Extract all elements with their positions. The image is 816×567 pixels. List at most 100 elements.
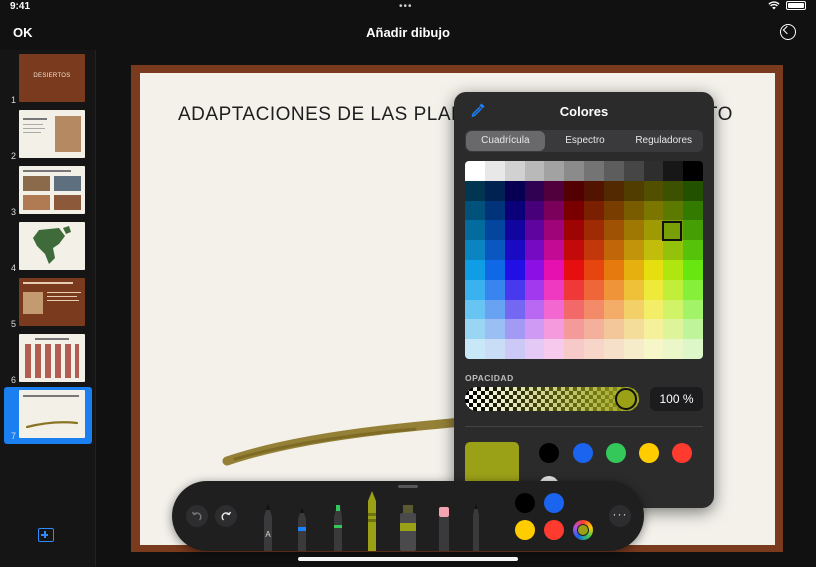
color-grid-cell[interactable] — [484, 220, 505, 241]
color-grid-cell[interactable] — [544, 180, 565, 201]
color-grid-cell[interactable] — [623, 161, 644, 181]
color-grid-cell[interactable] — [564, 319, 584, 340]
color-grid-cell[interactable] — [643, 259, 664, 280]
fill-tool-icon[interactable] — [396, 503, 420, 551]
color-grid-cell[interactable] — [683, 200, 703, 221]
color-grid-cell[interactable] — [603, 279, 624, 300]
color-grid-cell[interactable] — [524, 161, 545, 181]
color-grid-cell[interactable] — [603, 200, 624, 221]
color-grid[interactable] — [465, 161, 703, 359]
color-grid-cell[interactable] — [623, 259, 644, 280]
color-grid-cell[interactable] — [504, 200, 525, 221]
color-grid-cell[interactable] — [623, 220, 644, 241]
color-grid-cell[interactable] — [504, 279, 525, 300]
quick-color-black[interactable] — [515, 493, 535, 513]
slide-thumbnail-4[interactable] — [19, 222, 85, 270]
color-grid-cell[interactable] — [544, 161, 565, 181]
color-grid-cell[interactable] — [683, 279, 703, 300]
color-grid-cell[interactable] — [504, 259, 525, 280]
color-grid-cell[interactable] — [564, 299, 584, 320]
color-grid-cell[interactable] — [484, 240, 505, 260]
color-grid-cell[interactable] — [663, 339, 684, 359]
more-options-button[interactable]: ··· — [609, 505, 631, 527]
color-grid-cell[interactable] — [584, 319, 604, 340]
color-grid-cell[interactable] — [465, 299, 485, 320]
color-grid-cell[interactable] — [683, 220, 703, 241]
color-grid-cell[interactable] — [564, 259, 584, 280]
color-grid-cell[interactable] — [643, 339, 664, 359]
color-grid-cell[interactable] — [683, 240, 703, 260]
color-grid-cell[interactable] — [484, 319, 505, 340]
color-grid-cell[interactable] — [584, 161, 604, 181]
color-grid-cell[interactable] — [584, 180, 604, 201]
color-grid-cell[interactable] — [524, 319, 545, 340]
color-grid-cell[interactable] — [465, 200, 485, 221]
undo-icon[interactable] — [780, 24, 796, 40]
color-grid-cell[interactable] — [544, 339, 565, 359]
color-grid-cell[interactable] — [524, 279, 545, 300]
color-grid-cell[interactable] — [484, 279, 505, 300]
color-grid-cell[interactable] — [683, 180, 703, 201]
color-grid-cell[interactable] — [524, 339, 545, 359]
color-grid-cell[interactable] — [584, 240, 604, 260]
color-grid-cell[interactable] — [603, 161, 624, 181]
saved-color-blue[interactable] — [573, 443, 593, 463]
pencil-tool-icon[interactable]: A — [260, 501, 276, 551]
opacity-slider[interactable] — [465, 387, 639, 411]
color-grid-cell[interactable] — [484, 161, 505, 181]
color-grid-cell[interactable] — [603, 339, 624, 359]
color-grid-cell[interactable] — [603, 259, 624, 280]
color-grid-cell[interactable] — [623, 299, 644, 320]
saved-color-green[interactable] — [606, 443, 626, 463]
slide-thumbnail-1[interactable]: DESIERTOS — [19, 54, 85, 102]
color-grid-cell[interactable] — [683, 161, 703, 181]
tab-sliders[interactable]: Reguladores — [624, 130, 703, 152]
color-grid-cell[interactable] — [465, 240, 485, 260]
color-grid-cell[interactable] — [465, 220, 485, 241]
color-grid-cell[interactable] — [643, 200, 664, 221]
color-grid-cell[interactable] — [584, 299, 604, 320]
smudge-tool-icon[interactable] — [468, 501, 484, 551]
color-grid-cell[interactable] — [465, 259, 485, 280]
color-grid-cell[interactable] — [544, 279, 565, 300]
color-grid-cell[interactable] — [623, 180, 644, 201]
color-grid-cell[interactable] — [603, 240, 624, 260]
color-grid-cell[interactable] — [683, 299, 703, 320]
color-grid-cell[interactable] — [603, 319, 624, 340]
color-grid-cell[interactable] — [663, 180, 684, 201]
color-grid-cell[interactable] — [564, 339, 584, 359]
color-grid-cell[interactable] — [643, 180, 664, 201]
color-grid-cell[interactable] — [603, 220, 624, 241]
color-grid-cell[interactable] — [484, 200, 505, 221]
color-grid-cell[interactable] — [504, 319, 525, 340]
color-grid-cell[interactable] — [484, 339, 505, 359]
color-grid-cell[interactable] — [524, 220, 545, 241]
color-grid-cell[interactable] — [663, 299, 684, 320]
color-grid-cell[interactable] — [603, 180, 624, 201]
color-grid-cell[interactable] — [544, 259, 565, 280]
color-grid-cell[interactable] — [544, 220, 565, 241]
color-grid-cell[interactable] — [504, 161, 525, 181]
tab-spectrum[interactable]: Espectro — [546, 130, 625, 152]
tab-grid[interactable]: Cuadrícula — [466, 131, 545, 151]
color-grid-cell[interactable] — [504, 180, 525, 201]
color-grid-cell[interactable] — [564, 200, 584, 221]
color-grid-cell[interactable] — [603, 299, 624, 320]
color-grid-cell[interactable] — [584, 259, 604, 280]
saved-color-black[interactable] — [539, 443, 559, 463]
color-grid-cell[interactable] — [623, 240, 644, 260]
color-grid-cell[interactable] — [584, 220, 604, 241]
color-grid-cell[interactable] — [584, 279, 604, 300]
color-grid-cell[interactable] — [504, 299, 525, 320]
color-grid-cell[interactable] — [584, 339, 604, 359]
color-grid-cell[interactable] — [643, 299, 664, 320]
crayon-tool-icon[interactable] — [362, 489, 382, 551]
color-grid-cell[interactable] — [564, 240, 584, 260]
slide-thumbnail-2[interactable] — [19, 110, 85, 158]
color-grid-cell[interactable] — [683, 319, 703, 340]
multitask-dots[interactable]: ••• — [399, 1, 413, 12]
color-grid-cell[interactable] — [663, 161, 684, 181]
color-grid-cell[interactable] — [623, 200, 644, 221]
color-grid-cell[interactable] — [643, 161, 664, 181]
quick-color-blue[interactable] — [544, 493, 564, 513]
